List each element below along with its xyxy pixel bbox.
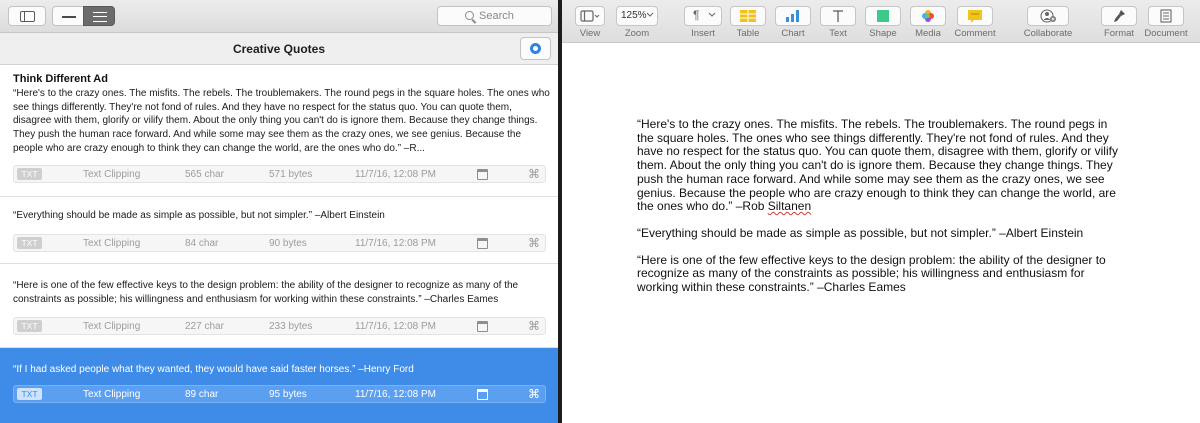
- clip-size: 95 bytes: [269, 389, 307, 400]
- search-input[interactable]: Search: [437, 6, 552, 26]
- format-badge: TXT: [17, 168, 42, 180]
- zoom-menu[interactable]: 125% Zoom: [616, 6, 658, 41]
- clip-kind: Text Clipping: [83, 238, 141, 249]
- zoom-value: 125%: [621, 10, 647, 21]
- chart-icon: [786, 10, 799, 22]
- chart-tool[interactable]: Chart: [775, 6, 811, 41]
- zoom-label: Zoom: [624, 28, 650, 39]
- shape-icon: [877, 10, 889, 22]
- comment-icon: [968, 10, 982, 23]
- clip-item[interactable]: “Here is one of the few effective keys t…: [0, 264, 558, 348]
- clip-date: 11/7/16, 12:08 PM: [355, 169, 436, 180]
- clip-size: 90 bytes: [269, 238, 307, 249]
- clippings-toolbar: Search: [0, 0, 558, 33]
- calendar-icon[interactable]: [477, 389, 488, 400]
- clip-size: 571 bytes: [269, 169, 313, 180]
- command-icon[interactable]: ⌘: [528, 236, 540, 250]
- media-tool[interactable]: Media: [910, 6, 946, 41]
- clip-meta-bar: TXT Text Clipping 89 char 95 bytes 11/7/…: [13, 385, 546, 403]
- clip-date: 11/7/16, 12:08 PM: [355, 321, 436, 332]
- search-placeholder: Search: [479, 10, 514, 22]
- clip-char-count: 89 char: [185, 389, 219, 400]
- calendar-icon[interactable]: [477, 238, 488, 249]
- clip-kind: Text Clipping: [83, 321, 141, 332]
- clip-meta-bar: TXT Text Clipping 84 char 90 bytes 11/7/…: [13, 234, 546, 252]
- chevron-down-icon: [708, 12, 716, 17]
- list-header: Creative Quotes: [0, 33, 558, 65]
- clip-meta-bar: TXT Text Clipping 227 char 233 bytes 11/…: [13, 317, 546, 335]
- clip-char-count: 565 char: [185, 169, 224, 180]
- clip-date: 11/7/16, 12:08 PM: [355, 238, 436, 249]
- comment-tool[interactable]: Comment: [954, 6, 996, 41]
- document-label: Document: [1144, 28, 1188, 39]
- clip-date: 11/7/16, 12:08 PM: [355, 389, 436, 400]
- format-tool[interactable]: Format: [1101, 6, 1137, 41]
- collaborate-icon: [1040, 9, 1056, 23]
- sidebar-toggle-button[interactable]: [8, 6, 46, 26]
- list-icon: [93, 12, 107, 22]
- pages-document-window: View 125% Zoom ¶ Insert Table Chart Text…: [562, 0, 1200, 423]
- collaborate-label: Collaborate: [1023, 28, 1073, 39]
- paragraph-text: “Here's to the crazy ones. The misfits. …: [637, 117, 1118, 214]
- view-tool[interactable]: View: [575, 6, 605, 41]
- clip-text: “Everything should be made as simple as …: [13, 210, 385, 221]
- settings-button[interactable]: [520, 37, 551, 60]
- document-body[interactable]: “Here's to the crazy ones. The misfits. …: [637, 117, 1127, 308]
- document-tool[interactable]: Document: [1144, 6, 1188, 41]
- command-icon[interactable]: ⌘: [528, 319, 540, 333]
- document-icon: [1160, 9, 1172, 23]
- minus-icon: [62, 16, 76, 18]
- clip-item[interactable]: Think Different Ad “Here's to the crazy …: [0, 65, 558, 197]
- clip-item[interactable]: “Everything should be made as simple as …: [0, 197, 558, 264]
- pages-toolbar: View 125% Zoom ¶ Insert Table Chart Text…: [562, 0, 1200, 43]
- clip-size: 233 bytes: [269, 321, 313, 332]
- calendar-icon[interactable]: [477, 169, 488, 180]
- clip-meta-bar: TXT Text Clipping 565 char 571 bytes 11/…: [13, 165, 546, 183]
- search-icon: [465, 11, 474, 20]
- misspelled-word[interactable]: Siltanen: [768, 199, 811, 213]
- text-tool[interactable]: Text: [820, 6, 856, 41]
- list-title: Creative Quotes: [232, 42, 326, 56]
- command-icon[interactable]: ⌘: [528, 387, 540, 401]
- collaborate-tool[interactable]: Collaborate: [1024, 6, 1072, 41]
- clip-item-selected[interactable]: “If I had asked people what they wanted,…: [0, 348, 558, 423]
- clip-kind: Text Clipping: [83, 389, 141, 400]
- media-icon: [922, 10, 934, 22]
- document-paragraph[interactable]: “Here's to the crazy ones. The misfits. …: [637, 117, 1127, 214]
- clip-text: “Here's to the crazy ones. The misfits. …: [13, 88, 550, 154]
- calendar-icon[interactable]: [477, 321, 488, 332]
- format-badge: TXT: [17, 388, 42, 400]
- insert-tool[interactable]: ¶ Insert: [684, 6, 722, 41]
- chevron-down-icon: [646, 12, 654, 17]
- clip-title: Think Different Ad: [13, 73, 108, 85]
- clip-text: “If I had asked people what they wanted,…: [13, 364, 414, 375]
- table-icon: [740, 10, 756, 22]
- clip-text: “Here is one of the few effective keys t…: [13, 280, 519, 305]
- comment-label: Comment: [954, 28, 996, 39]
- document-paragraph[interactable]: “Everything should be made as simple as …: [637, 226, 1127, 241]
- clippings-app-window: Search Creative Quotes Think Different A…: [0, 0, 558, 423]
- gear-icon: [530, 43, 541, 54]
- list-view-button[interactable]: [83, 6, 115, 26]
- sidebar-icon: [20, 11, 35, 22]
- format-badge: TXT: [17, 320, 42, 332]
- clip-kind: Text Clipping: [83, 169, 141, 180]
- format-brush-icon: [1114, 10, 1125, 22]
- pilcrow-icon: ¶: [693, 8, 700, 22]
- command-icon[interactable]: ⌘: [528, 167, 540, 181]
- clip-char-count: 84 char: [185, 238, 219, 249]
- table-tool[interactable]: Table: [730, 6, 766, 41]
- shape-tool[interactable]: Shape: [865, 6, 901, 41]
- clip-char-count: 227 char: [185, 321, 224, 332]
- document-paragraph[interactable]: “Here is one of the few effective keys t…: [637, 253, 1127, 295]
- compact-view-button[interactable]: [52, 6, 84, 26]
- text-icon: [833, 10, 843, 22]
- view-icon: [580, 10, 600, 22]
- format-badge: TXT: [17, 237, 42, 249]
